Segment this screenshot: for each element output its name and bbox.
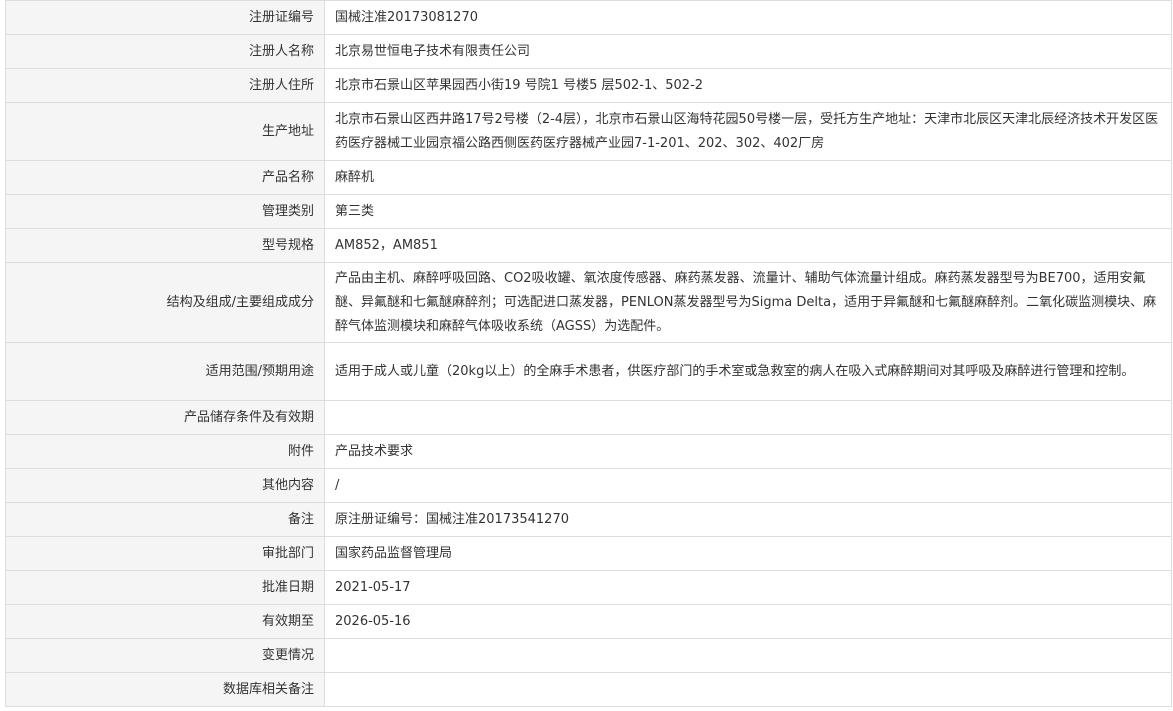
table-row: 型号规格 AM852，AM851 (5, 228, 1172, 263)
row-value (324, 638, 1172, 673)
row-label: 附件 (5, 434, 325, 469)
row-value: 北京市石景山区苹果园西小街19 号院1 号楼5 层502-1、502-2 (324, 68, 1172, 103)
table-row: 适用范围/预期用途 适用于成人或儿童（20kg以上）的全麻手术患者，供医疗部门的… (5, 342, 1172, 401)
row-value: 北京市石景山区西井路17号2号楼（2-4层），北京市石景山区海特花园50号楼一层… (324, 102, 1172, 161)
row-label: 批准日期 (5, 570, 325, 605)
row-value: 北京易世恒电子技术有限责任公司 (324, 34, 1172, 69)
table-row: 注册人名称 北京易世恒电子技术有限责任公司 (5, 34, 1172, 69)
row-value (324, 672, 1172, 707)
table-row: 审批部门 国家药品监督管理局 (5, 536, 1172, 571)
row-value: 2026-05-16 (324, 604, 1172, 639)
row-value: / (324, 468, 1172, 503)
table-row: 备注 原注册证编号：国械注准20173541270 (5, 502, 1172, 537)
table-row: 注册人住所 北京市石景山区苹果园西小街19 号院1 号楼5 层502-1、502… (5, 68, 1172, 103)
table-row: 注册证编号 国械注准20173081270 (5, 0, 1172, 35)
row-label: 数据库相关备注 (5, 672, 325, 707)
row-label: 适用范围/预期用途 (5, 342, 325, 401)
table-row: 结构及组成/主要组成成分 产品由主机、麻醉呼吸回路、CO2吸收罐、氧浓度传感器、… (5, 262, 1172, 343)
row-value: AM852，AM851 (324, 228, 1172, 263)
row-value: 适用于成人或儿童（20kg以上）的全麻手术患者，供医疗部门的手术室或急救室的病人… (324, 342, 1172, 401)
row-value: 麻醉机 (324, 160, 1172, 195)
table-row: 数据库相关备注 (5, 672, 1172, 707)
row-label: 结构及组成/主要组成成分 (5, 262, 325, 343)
row-label: 型号规格 (5, 228, 325, 263)
row-label: 注册证编号 (5, 0, 325, 35)
row-label: 生产地址 (5, 102, 325, 161)
row-label: 产品储存条件及有效期 (5, 400, 325, 435)
table-row: 有效期至 2026-05-16 (5, 604, 1172, 639)
row-value: 第三类 (324, 194, 1172, 229)
row-label: 变更情况 (5, 638, 325, 673)
row-value: 国家药品监督管理局 (324, 536, 1172, 571)
table-row: 管理类别 第三类 (5, 194, 1172, 229)
row-label: 注册人住所 (5, 68, 325, 103)
row-value: 产品由主机、麻醉呼吸回路、CO2吸收罐、氧浓度传感器、麻药蒸发器、流量计、辅助气… (324, 262, 1172, 343)
row-label: 审批部门 (5, 536, 325, 571)
row-label: 其他内容 (5, 468, 325, 503)
row-label: 产品名称 (5, 160, 325, 195)
row-value: 国械注准20173081270 (324, 0, 1172, 35)
registration-detail-table: 注册证编号 国械注准20173081270 注册人名称 北京易世恒电子技术有限责… (5, 0, 1172, 707)
row-label: 有效期至 (5, 604, 325, 639)
table-row: 生产地址 北京市石景山区西井路17号2号楼（2-4层），北京市石景山区海特花园5… (5, 102, 1172, 161)
table-row: 产品名称 麻醉机 (5, 160, 1172, 195)
table-row: 变更情况 (5, 638, 1172, 673)
row-label: 备注 (5, 502, 325, 537)
table-row: 批准日期 2021-05-17 (5, 570, 1172, 605)
table-row: 附件 产品技术要求 (5, 434, 1172, 469)
row-value: 2021-05-17 (324, 570, 1172, 605)
row-value: 原注册证编号：国械注准20173541270 (324, 502, 1172, 537)
row-label: 管理类别 (5, 194, 325, 229)
table-row: 产品储存条件及有效期 (5, 400, 1172, 435)
row-label: 注册人名称 (5, 34, 325, 69)
row-value: 产品技术要求 (324, 434, 1172, 469)
table-row: 其他内容 / (5, 468, 1172, 503)
row-value (324, 400, 1172, 435)
